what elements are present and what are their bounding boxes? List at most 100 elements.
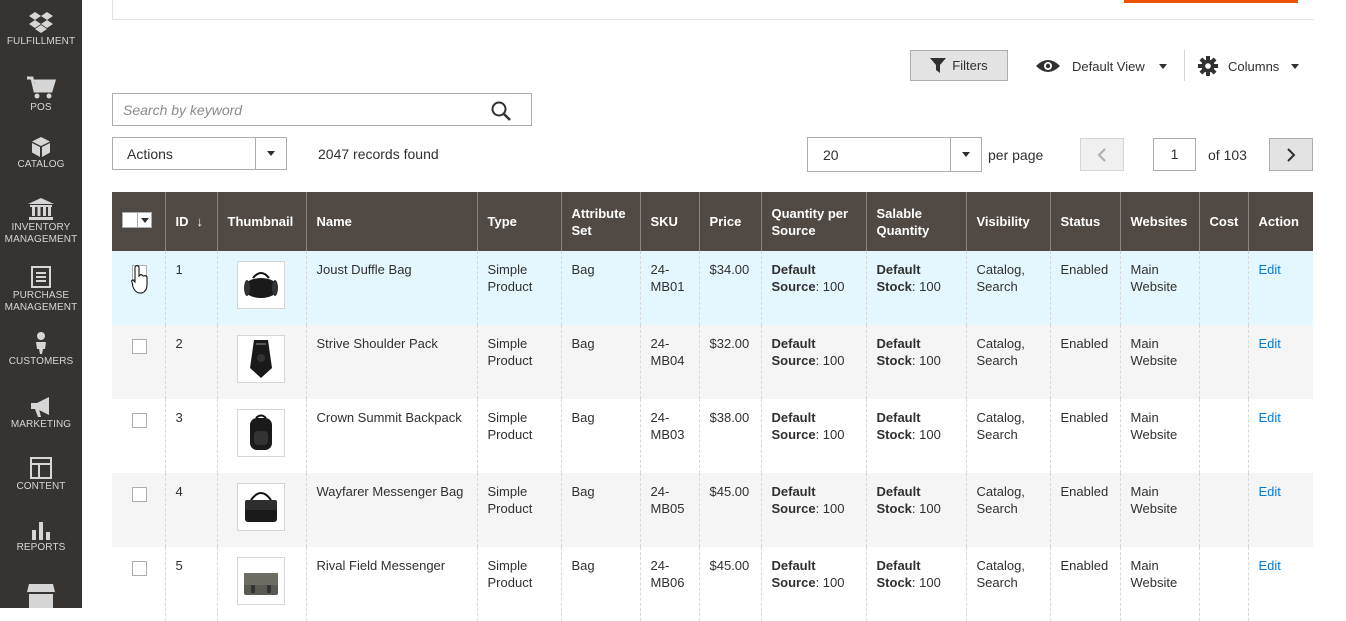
product-thumbnail[interactable] <box>236 483 285 531</box>
keyword-search <box>112 93 532 126</box>
source-label: Default Source <box>771 558 816 590</box>
cell-qty-per-source: Default Source: 100 <box>760 325 866 399</box>
mass-actions-select[interactable]: Actions <box>112 137 287 170</box>
edit-link[interactable]: Edit <box>1259 336 1281 351</box>
sidebar-item-label: CATALOG <box>17 159 65 170</box>
sort-arrow-icon: ↓ <box>196 214 204 229</box>
cell-visibility: Catalog, Search <box>965 399 1050 473</box>
mass-select-header <box>112 192 165 251</box>
stock-qty: : 100 <box>911 353 941 368</box>
mass-select-checkbox[interactable] <box>122 212 152 228</box>
sidebar-item-content[interactable]: CONTENT <box>0 457 82 493</box>
table-row[interactable]: 1 Joust Duffle Bag Simple Product Bag 24-MB0… <box>112 251 1313 325</box>
cell-type: Simple Product <box>476 251 561 325</box>
cell-salable-qty: Default Stock: 100 <box>865 325 966 399</box>
column-header-id[interactable]: ID ↓ <box>164 192 217 251</box>
product-thumbnail[interactable] <box>236 261 285 309</box>
cell-qty-per-source: Default Source: 100 <box>760 251 866 325</box>
grid-header-row: ID ↓ Thumbnail Name Type Attribute Set SK… <box>112 192 1313 251</box>
pointer-cursor-icon <box>131 265 148 294</box>
search-input[interactable] <box>113 94 493 125</box>
column-header-price[interactable]: Price <box>698 192 761 251</box>
stock-qty: : 100 <box>911 427 941 442</box>
column-header-websites[interactable]: Websites <box>1119 192 1199 251</box>
source-qty: : 100 <box>815 353 845 368</box>
cell-thumbnail <box>216 251 306 325</box>
column-header-status[interactable]: Status <box>1049 192 1120 251</box>
page-number-input[interactable]: 1 <box>1153 138 1196 171</box>
cell-thumbnail <box>216 547 306 621</box>
columns-dropdown[interactable]: Columns <box>1198 52 1300 80</box>
sidebar-item-stores[interactable] <box>0 584 82 610</box>
row-select-cell <box>112 473 165 547</box>
cell-action: Edit <box>1247 473 1313 547</box>
records-count: 2047 records found <box>318 146 439 162</box>
source-label: Default Source <box>771 484 816 516</box>
cell-visibility: Catalog, Search <box>965 325 1050 399</box>
layout-icon <box>30 457 52 479</box>
product-thumbnail[interactable] <box>236 557 285 605</box>
chevron-down-icon <box>138 217 151 223</box>
cell-status: Enabled <box>1049 547 1120 621</box>
cell-id: 4 <box>164 473 217 547</box>
previous-page-button[interactable] <box>1080 138 1124 171</box>
edit-link[interactable]: Edit <box>1259 558 1281 573</box>
row-checkbox[interactable] <box>132 487 147 502</box>
cell-status: Enabled <box>1049 251 1120 325</box>
row-select-cell <box>112 547 165 621</box>
per-page-label: per page <box>988 147 1044 163</box>
sidebar-item-reports[interactable]: REPORTS <box>0 520 82 554</box>
edit-link[interactable]: Edit <box>1259 262 1281 277</box>
product-thumbnail[interactable] <box>236 409 285 457</box>
column-header-cost[interactable]: Cost <box>1198 192 1248 251</box>
column-header-salable-qty: Salable Quantity <box>865 192 966 251</box>
sidebar-item-customers[interactable]: CUSTOMERS <box>0 332 82 368</box>
cell-websites: Main Website <box>1119 251 1199 325</box>
edit-link[interactable]: Edit <box>1259 484 1281 499</box>
per-page-select[interactable]: 20 <box>807 137 982 172</box>
row-checkbox[interactable] <box>132 561 147 576</box>
filters-button[interactable]: Filters <box>910 50 1008 81</box>
table-row[interactable]: 4 Wayfarer Messenger Bag Simple Product Bag… <box>112 473 1313 547</box>
columns-label: Columns <box>1228 58 1280 74</box>
row-checkbox[interactable] <box>132 413 147 428</box>
cell-websites: Main Website <box>1119 325 1199 399</box>
row-checkbox[interactable] <box>132 339 147 354</box>
sidebar-item-label: POS <box>30 102 52 113</box>
stock-qty: : 100 <box>911 575 941 590</box>
cell-price: $34.00 <box>698 251 761 325</box>
table-row[interactable]: 3 Crown Summit Backpack Simple Product Bag 2… <box>112 399 1313 473</box>
table-row[interactable]: 5 Rival Field Messenger Simple Product Bag 2… <box>112 547 1313 621</box>
header-label: Name <box>316 214 352 229</box>
document-icon <box>31 266 51 288</box>
cell-salable-qty: Default Stock: 100 <box>865 473 966 547</box>
sidebar-item-purchase-management[interactable]: PURCHASE MANAGEMENT <box>0 266 82 314</box>
sidebar-item-pos[interactable]: POS <box>0 76 82 114</box>
sidebar-item-catalog[interactable]: CATALOG <box>0 137 82 171</box>
sidebar-item-inventory-management[interactable]: INVENTORY MANAGEMENT <box>0 198 82 246</box>
column-header-name[interactable]: Name <box>305 192 477 251</box>
default-view-dropdown[interactable]: Default View <box>1036 52 1167 80</box>
cell-sku: 24-MB04 <box>639 325 699 399</box>
search-icon[interactable] <box>491 101 511 121</box>
sidebar-item-marketing[interactable]: MARKETING <box>0 397 82 431</box>
column-header-type[interactable]: Type <box>476 192 561 251</box>
filters-label: Filters <box>952 58 988 73</box>
admin-sidebar: FULFILLMENT POS CATALOG INVENTORY MANAGE… <box>0 0 82 608</box>
cell-cost <box>1198 251 1248 325</box>
funnel-icon <box>930 58 947 73</box>
sidebar-item-fulfillment[interactable]: FULFILLMENT <box>0 12 82 48</box>
column-header-attribute-set[interactable]: Attribute Set <box>560 192 640 251</box>
cell-thumbnail <box>216 325 306 399</box>
row-select-cell <box>112 325 165 399</box>
chevron-down-icon <box>1291 63 1300 69</box>
product-thumbnail[interactable] <box>236 335 285 383</box>
cell-websites: Main Website <box>1119 473 1199 547</box>
edit-link[interactable]: Edit <box>1259 410 1281 425</box>
column-header-visibility[interactable]: Visibility <box>965 192 1050 251</box>
cell-action: Edit <box>1247 325 1313 399</box>
cell-attribute-set: Bag <box>560 325 640 399</box>
table-row[interactable]: 2 Strive Shoulder Pack Simple Product Bag 24… <box>112 325 1313 399</box>
next-page-button[interactable] <box>1269 138 1313 171</box>
column-header-sku[interactable]: SKU <box>639 192 699 251</box>
